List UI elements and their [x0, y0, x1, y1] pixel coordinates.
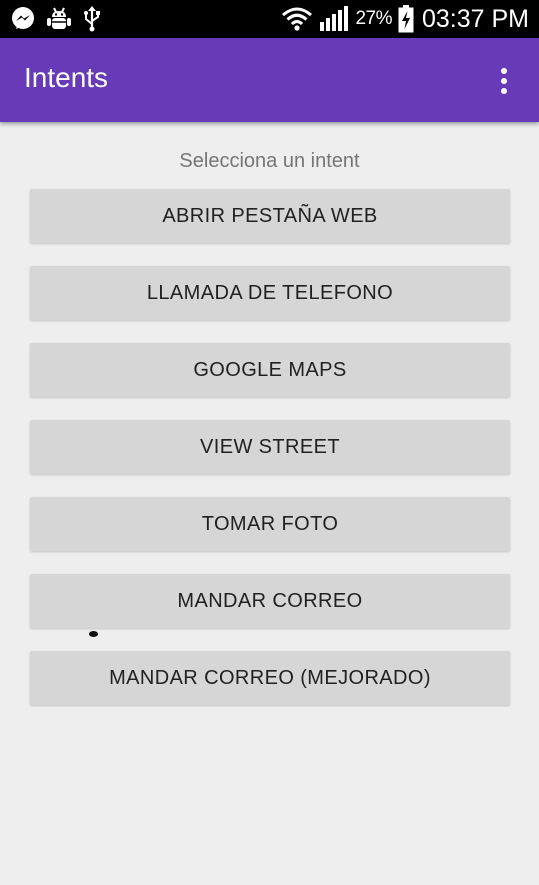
system-status: 27% 03:37 PM: [281, 4, 529, 34]
google-maps-button[interactable]: GOOGLE MAPS: [30, 343, 510, 397]
view-street-button[interactable]: VIEW STREET: [30, 420, 510, 474]
status-clock: 03:37 PM: [421, 4, 529, 33]
battery-percent: 27%: [355, 8, 392, 29]
intent-prompt: Selecciona un intent: [179, 150, 360, 172]
phone-call-button[interactable]: LLAMADA DE TELEFONO: [30, 266, 510, 320]
android-debug-icon: [46, 6, 72, 32]
battery-charging-icon: [398, 5, 414, 33]
messenger-icon: [10, 6, 36, 32]
main-content: Selecciona un intent ABRIR PESTAÑA WEB L…: [0, 122, 539, 885]
overflow-dot: [501, 68, 507, 74]
take-photo-button[interactable]: TOMAR FOTO: [30, 497, 510, 551]
status-bar: 27% 03:37 PM: [0, 0, 539, 38]
overflow-dot: [501, 78, 507, 84]
signal-icon: [319, 6, 349, 32]
app-title: Intents: [24, 62, 109, 93]
overflow-dot: [501, 88, 507, 94]
usb-icon: [82, 6, 102, 32]
screen-speck: [89, 631, 98, 637]
send-email-improved-button[interactable]: MANDAR CORREO (MEJORADO): [30, 651, 510, 705]
overflow-menu-icon[interactable]: [489, 66, 519, 96]
app-bar: Intents: [0, 38, 539, 122]
open-web-tab-button[interactable]: ABRIR PESTAÑA WEB: [30, 189, 510, 243]
send-email-button[interactable]: MANDAR CORREO: [30, 574, 510, 628]
notification-icons: [10, 6, 102, 32]
wifi-icon: [281, 6, 313, 32]
